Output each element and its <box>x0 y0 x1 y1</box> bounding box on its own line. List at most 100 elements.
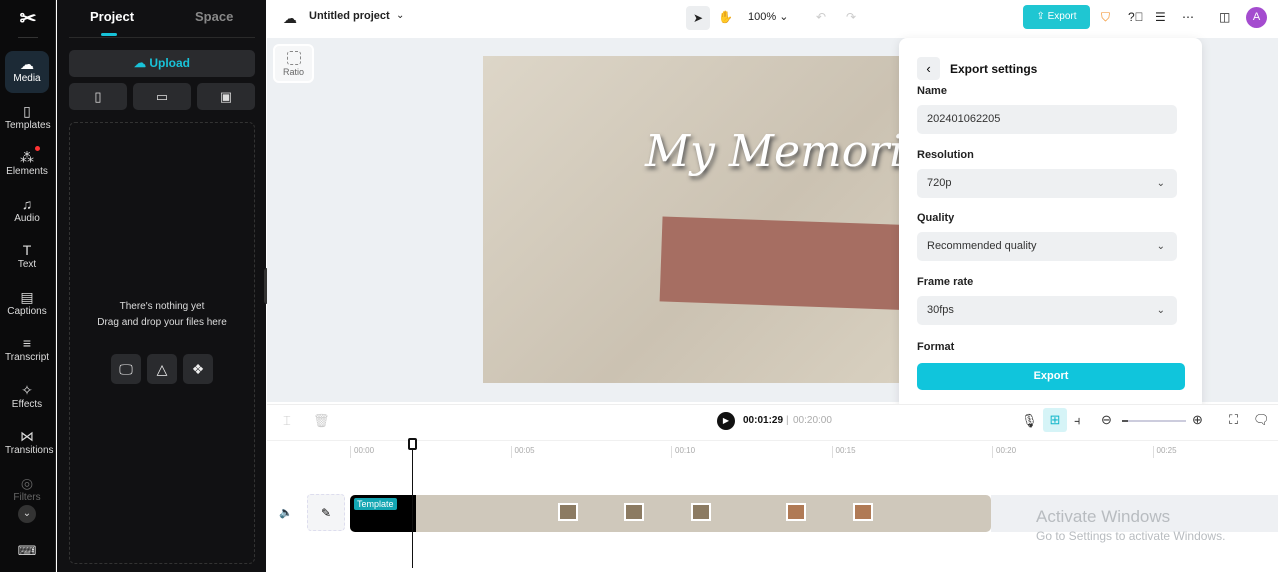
sidebar-item-label: Templates <box>5 119 51 131</box>
chevron-down-icon: ⌄ <box>1156 178 1165 189</box>
select-tool-icon[interactable]: ➤ <box>686 6 710 30</box>
google-drive-button[interactable]: △ <box>147 354 177 384</box>
sidebar-item-transitions[interactable]: ⋈ Transitions <box>5 423 54 465</box>
split-view-icon[interactable]: ⫞ <box>1074 413 1081 429</box>
time-separator: | <box>786 415 789 426</box>
clip-thumbnail <box>786 503 806 521</box>
export-button[interactable]: ⇪ Export <box>1023 5 1090 29</box>
magnet-snap-icon[interactable]: ⊞ <box>1043 408 1067 432</box>
microphone-icon[interactable]: 🎙 <box>1021 413 1038 429</box>
sidebar-item-audio[interactable]: ♫ Audio <box>5 191 49 233</box>
sidebar-item-text[interactable]: T Text <box>5 237 49 279</box>
help-icon[interactable]: ?⃝ <box>1128 10 1144 24</box>
activate-windows-title: Activate Windows <box>1036 507 1171 526</box>
zoom-out-icon[interactable]: ⊖ <box>1101 412 1112 428</box>
more-tools-chevron-icon[interactable]: ⌄ <box>18 505 36 523</box>
sidebar-item-media[interactable]: ☁ Media <box>5 51 49 93</box>
quality-select[interactable]: Recommended quality ⌄ <box>917 232 1177 261</box>
camera-icon: ▭ <box>155 89 169 104</box>
layout-icon[interactable]: ◫ <box>1219 10 1230 24</box>
timeline-zoom-slider[interactable] <box>1122 420 1186 422</box>
ratio-label: Ratio <box>282 67 304 77</box>
divider <box>18 37 38 38</box>
templates-icon: ▯ <box>23 102 31 119</box>
quality-value: Recommended quality <box>927 240 1037 252</box>
chevron-down-icon: ⌄ <box>1156 241 1165 252</box>
playhead-handle[interactable] <box>408 438 417 450</box>
edit-cover-button[interactable]: ✎ <box>307 494 345 531</box>
undo-icon[interactable]: ↶ <box>816 10 826 24</box>
upload-label: Upload <box>149 56 190 70</box>
transitions-icon: ⋈ <box>20 428 34 444</box>
record-screen-button[interactable]: ▣ <box>197 83 255 110</box>
sidebar-item-transcript[interactable]: ≡ Transcript <box>5 330 49 372</box>
capcut-logo-icon: ✂ <box>19 8 37 30</box>
tab-project[interactable]: Project <box>90 9 134 24</box>
chevron-down-icon[interactable]: ⌄ <box>396 10 404 21</box>
video-title-text: My Memories <box>645 126 900 177</box>
sidebar-item-elements[interactable]: ⁂ Elements <box>5 144 49 186</box>
quality-label: Quality <box>917 212 955 224</box>
speaker-icon[interactable]: 🔈 <box>279 506 293 519</box>
computer-source-button[interactable]: 🖵 <box>111 354 141 384</box>
video-clip[interactable]: Template <box>350 495 991 532</box>
sidebar-item-effects[interactable]: ✧ Effects <box>5 377 49 419</box>
timeline-ruler[interactable] <box>267 440 1278 470</box>
format-label: Format <box>917 341 955 353</box>
tab-space[interactable]: Space <box>195 9 233 24</box>
redo-icon[interactable]: ↷ <box>846 10 856 24</box>
fullscreen-icon[interactable]: ⛶ <box>1229 412 1238 428</box>
export-confirm-button[interactable]: Export <box>917 363 1185 390</box>
upload-button[interactable]: ☁ Upload <box>69 50 255 77</box>
active-tab-indicator <box>101 33 117 36</box>
resolution-label: Resolution <box>917 149 974 161</box>
delete-icon[interactable]: 🗑 <box>313 413 330 429</box>
dropbox-button[interactable]: ❖ <box>183 354 213 384</box>
clip-thumbnail <box>624 503 644 521</box>
monitor-icon: 🖵 <box>119 361 133 377</box>
current-time: 00:01:29 <box>743 415 784 426</box>
stack-icon[interactable]: ☰ <box>1155 10 1166 24</box>
ruler-tick-label: 00:05 <box>510 446 535 458</box>
drop-zone[interactable]: There's nothing yet Drag and drop your f… <box>69 122 255 564</box>
empty-title: There's nothing yet <box>119 301 205 312</box>
effects-icon: ✧ <box>21 381 33 398</box>
ratio-button[interactable]: Ratio <box>273 44 314 83</box>
back-button[interactable]: ‹ <box>917 57 940 80</box>
keyboard-shortcuts-icon[interactable]: ⌨ <box>5 543 49 585</box>
phone-upload-button[interactable]: ▯ <box>69 83 127 110</box>
play-button[interactable]: ▶ <box>717 412 735 430</box>
zoom-in-icon[interactable]: ⊕ <box>1192 412 1203 428</box>
filters-icon: ◎ <box>20 474 34 491</box>
avatar[interactable]: A <box>1246 7 1267 28</box>
text-icon: T <box>22 242 32 258</box>
playhead[interactable] <box>412 440 413 568</box>
ruler-tick-label: 00:00 <box>350 446 374 458</box>
comment-icon[interactable]: 🗨 <box>1253 412 1270 428</box>
captions-icon: ▤ <box>20 288 34 305</box>
split-icon[interactable]: ⌶ <box>283 413 291 429</box>
cloud-upload-icon: ☁ <box>20 56 34 72</box>
phone-icon: ▯ <box>94 89 102 104</box>
name-field[interactable]: 202401062205 <box>917 105 1177 134</box>
export-label: Export <box>1047 11 1077 22</box>
ruler-tick-label: 00:10 <box>671 446 695 458</box>
sidebar-item-label: Captions <box>7 305 47 317</box>
shield-icon[interactable]: ⛉ <box>1101 10 1110 25</box>
sidebar-item-label: Filters <box>13 491 41 503</box>
sidebar-item-captions[interactable]: ▤ Captions <box>5 284 49 326</box>
hand-tool-icon[interactable]: ✋ <box>718 10 733 24</box>
ruler-tick-label: 00:25 <box>1152 446 1177 458</box>
name-label: Name <box>917 85 947 97</box>
framerate-select[interactable]: 30fps ⌄ <box>917 296 1177 325</box>
project-name[interactable]: Untitled project <box>309 10 390 22</box>
resolution-select[interactable]: 720p ⌄ <box>917 169 1177 198</box>
video-preview[interactable]: My Memories <box>483 56 900 383</box>
sidebar-item-label: Effects <box>11 398 43 410</box>
record-camera-button[interactable]: ▭ <box>133 83 191 110</box>
sidebar-item-templates[interactable]: ▯ Templates <box>5 98 51 140</box>
cloud-upload-icon: ☁ <box>133 56 150 70</box>
more-icon[interactable]: ⋯ <box>1182 10 1194 24</box>
clip-thumbnail <box>558 503 578 521</box>
zoom-select[interactable]: 100% ⌄ <box>748 10 788 23</box>
